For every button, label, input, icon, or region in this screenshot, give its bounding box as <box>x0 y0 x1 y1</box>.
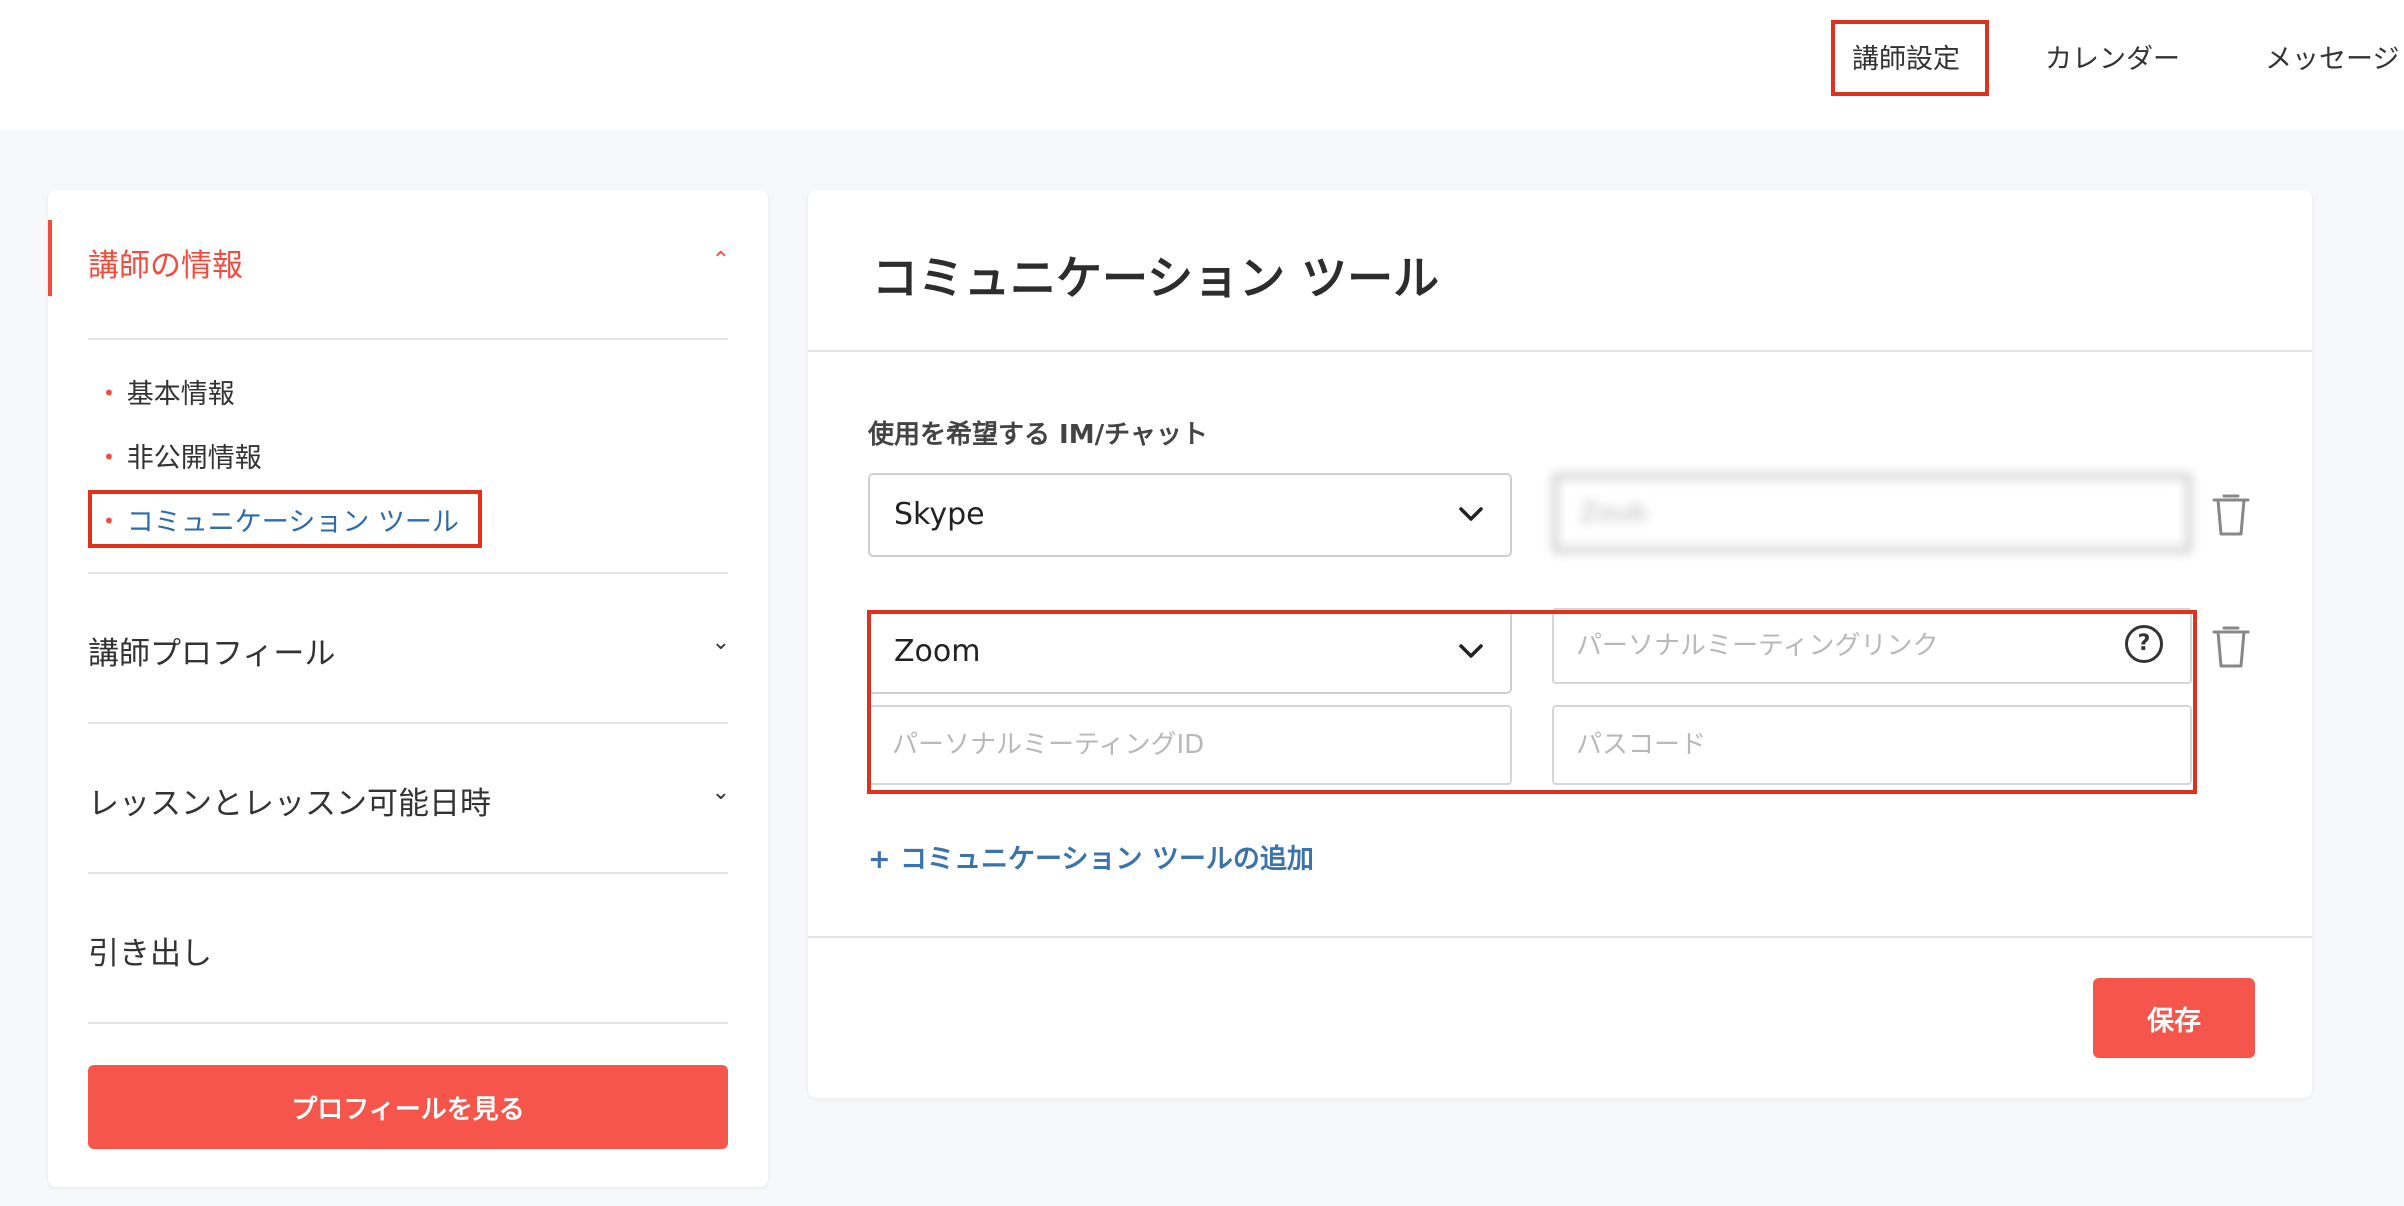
divider <box>88 572 728 574</box>
bullet-dot: • <box>103 445 115 469</box>
nav-calendar[interactable]: カレンダー <box>2045 0 2180 130</box>
subitem-label: 基本情報 <box>126 379 235 410</box>
subitem-highlight-box <box>88 490 482 548</box>
section-withdrawal[interactable]: 引き出し <box>88 928 212 973</box>
nav-messages[interactable]: メッセージ <box>2265 0 2399 130</box>
section-lessons-availability[interactable]: レッスンとレッスン可能日時 <box>88 778 491 823</box>
skype-id-field[interactable]: Zoub <box>1552 473 2192 553</box>
divider <box>88 722 728 724</box>
select-value: Skype <box>894 497 985 532</box>
nav-settings-highlight-box <box>1831 20 1989 96</box>
tool-select-skype[interactable]: Skype <box>868 473 1512 557</box>
divider <box>808 350 2312 352</box>
divider <box>88 872 728 874</box>
zoom-row-highlight-box <box>867 610 2197 794</box>
active-section-indicator <box>48 220 52 296</box>
divider <box>808 936 2312 938</box>
im-chat-label: 使用を希望する IM/チャット <box>868 420 1208 450</box>
divider <box>88 338 728 340</box>
chevron-down-icon <box>1459 507 1483 521</box>
chevron-up-icon[interactable]: ⌃ <box>712 248 730 273</box>
add-communication-tool-link[interactable]: + コミュニケーション ツールの追加 <box>868 837 1314 876</box>
subitem-label: 非公開情報 <box>126 443 262 474</box>
view-profile-button[interactable]: プロフィールを見る <box>88 1065 728 1149</box>
top-nav-bar: 講師設定 カレンダー メッセージ <box>0 0 2404 130</box>
settings-sidebar: 講師の情報 ⌃ • 基本情報 • 非公開情報 • コミュニケーション ツール 講師プロ… <box>48 190 768 1187</box>
page-title: コミュニケーション ツール <box>872 251 1440 305</box>
divider <box>88 1022 728 1024</box>
subitem-basic-info[interactable]: • 基本情報 <box>103 372 235 411</box>
save-button[interactable]: 保存 <box>2093 978 2255 1058</box>
trash-icon[interactable] <box>2208 622 2254 670</box>
chevron-down-icon[interactable]: ⌄ <box>712 630 730 655</box>
communication-tools-card: コミュニケーション ツール 使用を希望する IM/チャット Skype Zoub… <box>808 190 2312 1098</box>
section-instructor-profile[interactable]: 講師プロフィール <box>88 628 335 673</box>
trash-icon[interactable] <box>2208 490 2254 538</box>
section-instructor-info[interactable]: 講師の情報 <box>88 240 243 285</box>
subitem-private-info[interactable]: • 非公開情報 <box>103 436 262 475</box>
chevron-down-icon[interactable]: ⌄ <box>712 780 730 805</box>
bullet-dot: • <box>103 381 115 405</box>
